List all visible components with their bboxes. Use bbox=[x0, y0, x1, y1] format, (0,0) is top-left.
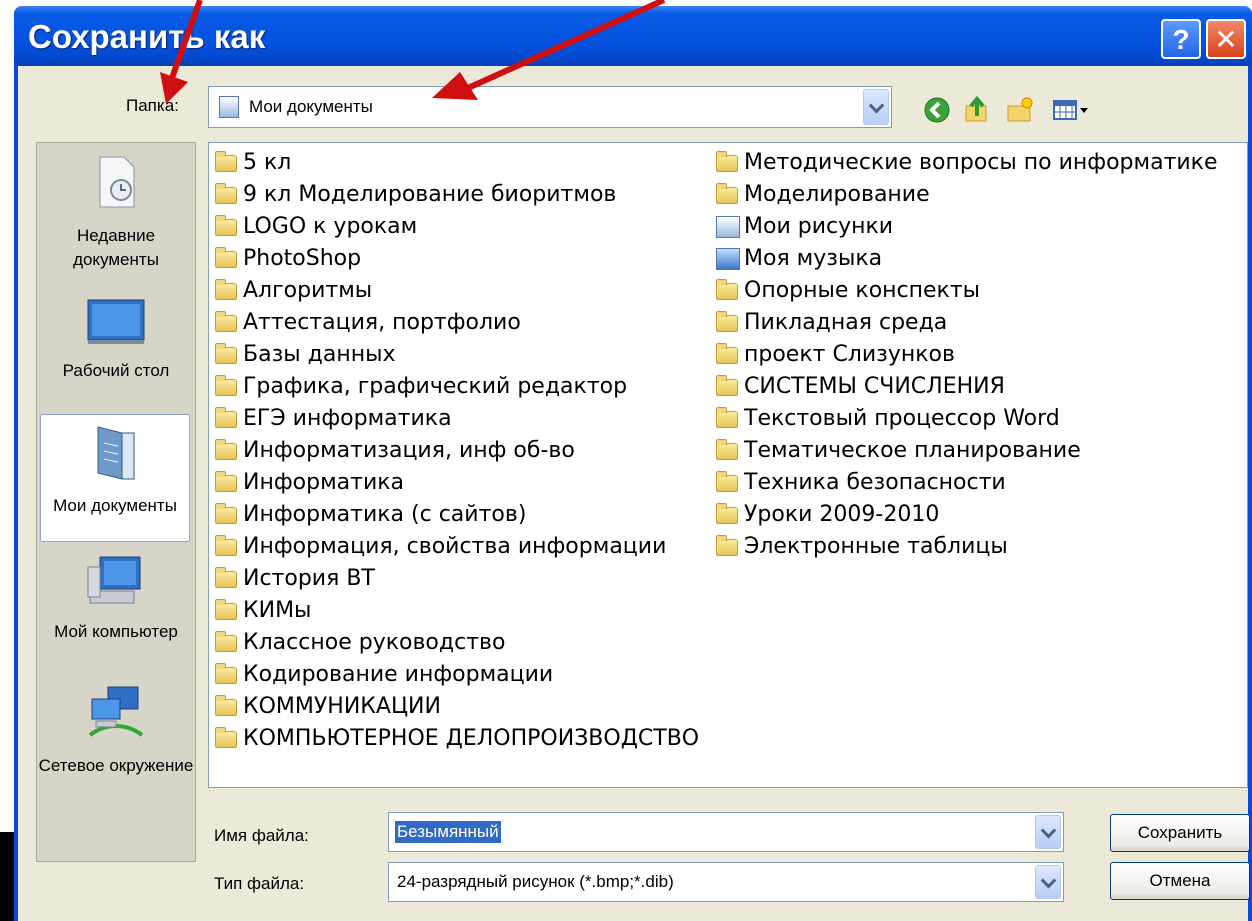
annotation-arrows bbox=[160, 0, 666, 104]
annotation-arrow-2 bbox=[466, 0, 666, 91]
annotation-arrow-1 bbox=[169, 0, 203, 80]
background-edge bbox=[0, 832, 14, 921]
